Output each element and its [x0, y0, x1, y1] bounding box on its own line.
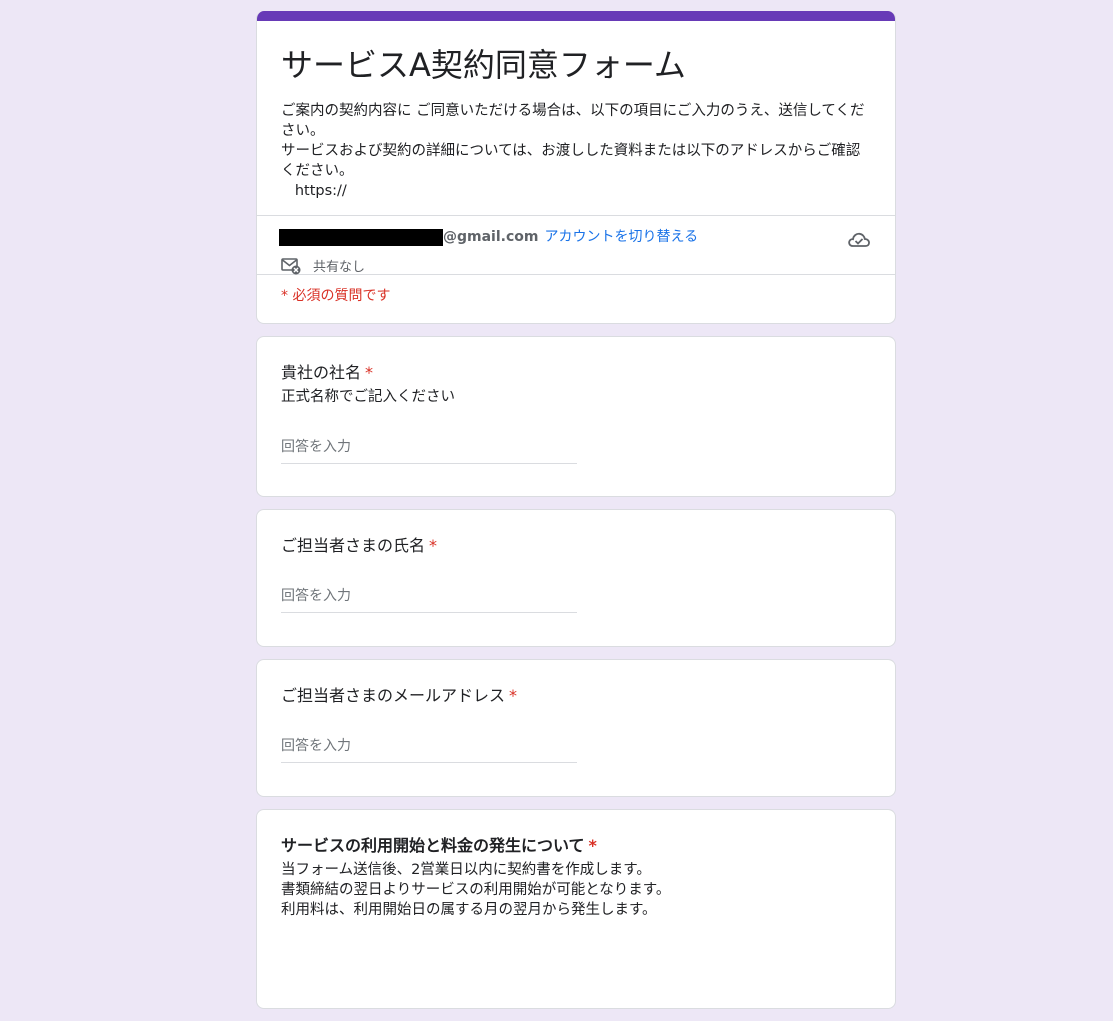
form-container: サービスA契約同意フォーム ご案内の契約内容に ご同意いただける場合は、以下の項…: [256, 11, 896, 1021]
required-asterisk: *: [509, 686, 518, 705]
required-asterisk: *: [588, 836, 597, 855]
question-card-contact-name: ご担当者さまの氏名 *: [256, 509, 896, 647]
question-description: 正式名称でご記入ください: [281, 389, 455, 405]
share-status: 共有なし: [279, 256, 871, 275]
question-title: ご担当者さまのメールアドレス *: [281, 684, 871, 708]
required-note: * 必須の質問です: [281, 288, 391, 304]
question-title: 貴社の社名 *: [281, 361, 871, 385]
cloud-check-icon[interactable]: [847, 230, 871, 250]
form-accent-bar: [257, 11, 895, 21]
redacted-email-user: [279, 228, 443, 246]
question-card-service-start: サービスの利用開始と料金の発生について * 当フォーム送信後、2営業日以内に契約書…: [256, 809, 896, 1009]
question-title: サービスの利用開始と料金の発生について *: [281, 834, 871, 858]
required-asterisk: *: [365, 363, 374, 382]
account-email-line: @gmail.com アカウントを切り替える: [279, 228, 871, 246]
account-row: @gmail.com アカウントを切り替える 共有なし: [257, 216, 895, 275]
question-card-company-name: 貴社の社名 * 正式名称でご記入ください: [256, 336, 896, 497]
mail-not-shared-icon: [281, 257, 301, 274]
form-description: ご案内の契約内容に ご同意いただける場合は、以下の項目にご入力のうえ、送信してく…: [281, 103, 865, 199]
form-header-card: サービスA契約同意フォーム ご案内の契約内容に ご同意いただける場合は、以下の項…: [256, 11, 896, 324]
switch-account-link[interactable]: アカウントを切り替える: [544, 228, 698, 246]
contact-email-input[interactable]: [281, 736, 577, 763]
question-title-text: サービスの利用開始と料金の発生について: [281, 836, 585, 855]
question-description: 当フォーム送信後、2営業日以内に契約書を作成します。 書類締結の翌日よりサービス…: [281, 862, 671, 918]
question-title-text: ご担当者さまの氏名: [281, 536, 426, 555]
company-name-input[interactable]: [281, 437, 577, 464]
share-status-label: 共有なし: [313, 260, 366, 275]
account-email-domain: @gmail.com: [443, 229, 539, 245]
question-title-text: 貴社の社名: [281, 363, 362, 382]
contact-name-input[interactable]: [281, 586, 577, 613]
question-title: ご担当者さまの氏名 *: [281, 534, 871, 558]
form-title: サービスA契約同意フォーム: [281, 46, 686, 84]
required-asterisk: *: [429, 536, 438, 555]
question-title-text: ご担当者さまのメールアドレス: [281, 686, 506, 705]
question-card-contact-email: ご担当者さまのメールアドレス *: [256, 659, 896, 797]
